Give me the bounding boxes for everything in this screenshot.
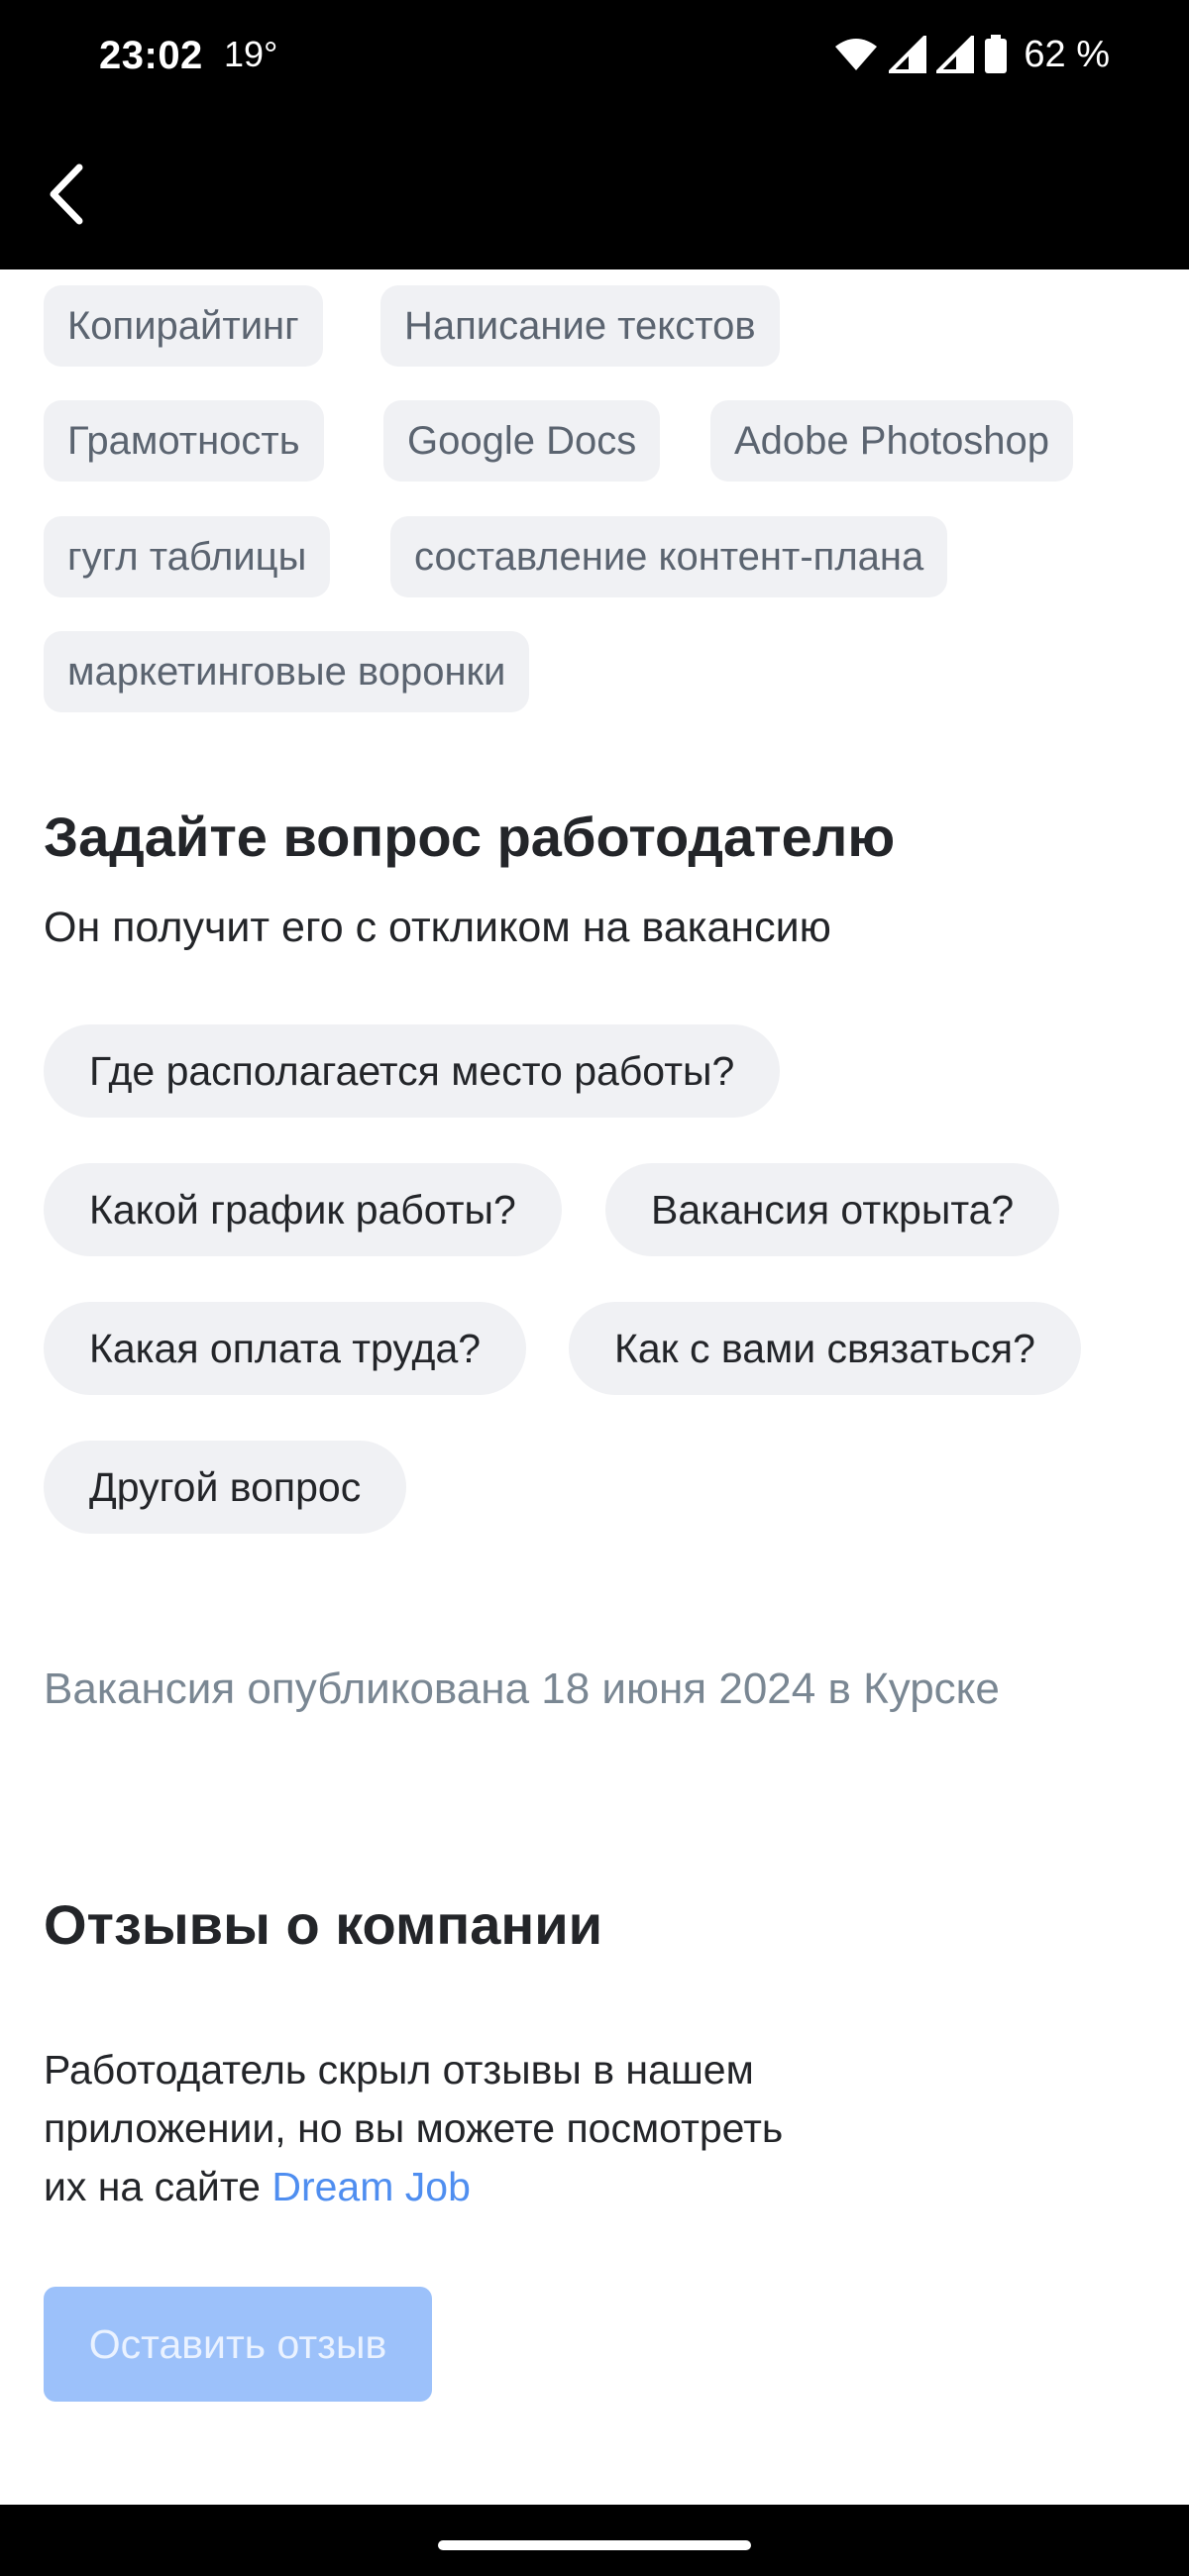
question-chip-other[interactable]: Другой вопрос [44,1441,407,1534]
signal-icon [889,36,927,73]
skill-chip: гугл таблицы [44,516,331,597]
skill-chip: Adobe Photoshop [710,400,1074,482]
chevron-left-icon [50,163,83,225]
dream-job-link[interactable]: Dream Job [271,2164,471,2209]
wifi-icon [835,39,878,70]
question-chip-open[interactable]: Вакансия открыта? [605,1163,1060,1256]
app-bar [0,117,1189,269]
signal-icon [936,36,975,73]
skill-chip: маркетинговые воронки [44,631,530,712]
skill-chip: Копирайтинг [44,285,323,367]
skill-chip: составление контент-плана [390,516,948,597]
ask-employer-title: Задайте вопрос работодателю [44,805,896,868]
status-time: 23:02 [99,34,203,77]
skill-chip: Написание текстов [380,285,780,367]
skill-chip: Google Docs [383,400,661,482]
reviews-text-line: Работодатель скрыл отзывы в нашем [44,2047,754,2093]
battery-icon [985,35,1008,73]
status-bar: 23:02 19° 62 % [0,0,1189,117]
question-chip-location[interactable]: Где располагается место работы? [44,1024,781,1118]
reviews-hidden-text: Работодатель скрыл отзывы в нашем прилож… [44,2041,935,2216]
reviews-text-line: приложении, но вы можете посмотреть [44,2105,784,2151]
reviews-title: Отзывы о компании [44,1893,603,1956]
status-icons: 62 % [833,30,1110,79]
ask-employer-subtitle: Он получит его с откликом на вакансию [44,904,831,951]
question-chip-salary[interactable]: Какая оплата труда? [44,1302,527,1395]
question-chip-schedule[interactable]: Какой график работы? [44,1163,562,1256]
back-button[interactable] [28,157,103,232]
reviews-text-line: их на сайте [44,2164,272,2209]
status-temperature: 19° [224,34,278,74]
published-info: Вакансия опубликована 18 июня 2024 в Кур… [44,1664,1000,1713]
skill-chip: Грамотность [44,400,324,482]
leave-review-button[interactable]: Оставить отзыв [44,2287,432,2402]
home-indicator[interactable] [438,2540,751,2550]
battery-percent: 62 % [1024,33,1110,75]
question-chip-contact[interactable]: Как с вами связаться? [569,1302,1081,1395]
system-nav-bar [0,2505,1189,2576]
